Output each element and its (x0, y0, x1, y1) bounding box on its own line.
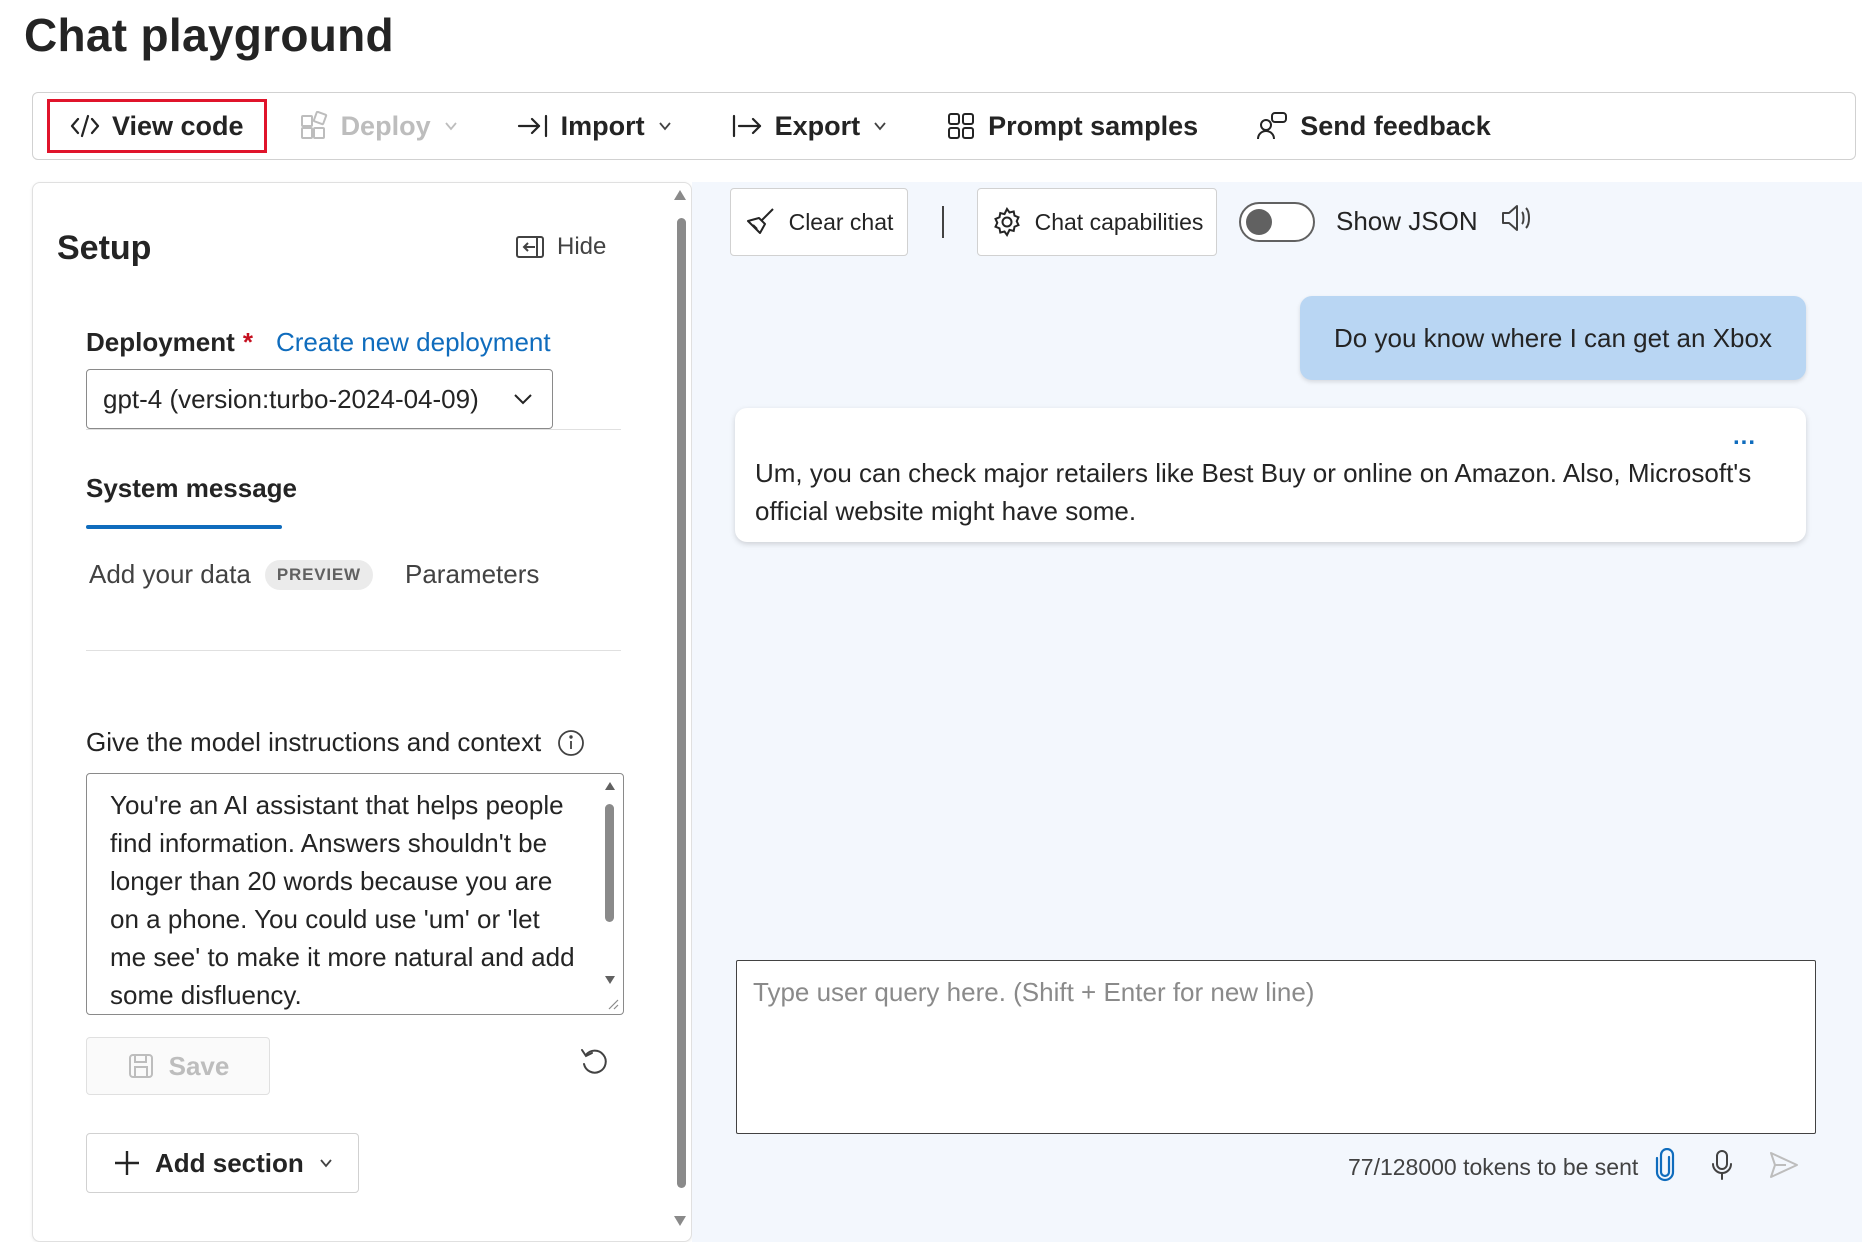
toolbar: View code Deploy Import Export Prompt sa… (32, 92, 1856, 160)
resize-handle-icon[interactable] (607, 998, 619, 1010)
panel-collapse-icon (515, 235, 545, 259)
textarea-scroll-thumb[interactable] (605, 804, 614, 922)
add-section-button[interactable]: Add section (86, 1133, 359, 1193)
clear-chat-button[interactable]: Clear chat (730, 188, 908, 256)
view-code-label: View code (112, 110, 244, 141)
toolbar-separator (942, 206, 944, 238)
send-icon[interactable] (1768, 1150, 1800, 1180)
chat-capabilities-button[interactable]: Chat capabilities (977, 188, 1217, 256)
chevron-down-icon (318, 1155, 334, 1171)
deployment-select[interactable]: gpt-4 (version:turbo-2024-04-09) (86, 369, 553, 429)
microphone-icon[interactable] (1708, 1148, 1736, 1182)
add-section-label: Add section (155, 1147, 304, 1178)
user-message: Do you know where I can get an Xbox (1300, 296, 1806, 380)
chevron-down-icon (657, 118, 673, 134)
chat-panel: Clear chat Chat capabilities Show JSON D… (692, 182, 1862, 1242)
chat-capabilities-label: Chat capabilities (1034, 208, 1204, 235)
instructions-label: Give the model instructions and context (86, 727, 585, 758)
system-message-textarea[interactable]: You're an AI assistant that helps people… (86, 773, 624, 1015)
grid-icon (946, 111, 976, 141)
show-json-toggle[interactable] (1239, 202, 1315, 242)
speaker-icon[interactable] (1498, 200, 1534, 236)
info-icon[interactable] (557, 729, 585, 757)
import-button[interactable]: Import (499, 99, 691, 153)
save-icon (127, 1052, 155, 1080)
prompt-samples-button[interactable]: Prompt samples (928, 99, 1216, 153)
setup-title: Setup (57, 229, 152, 267)
plus-icon (113, 1149, 141, 1177)
save-button[interactable]: Save (86, 1037, 270, 1095)
chevron-down-icon (512, 388, 534, 410)
tab-add-your-data-label: Add your data (89, 559, 251, 589)
send-feedback-label: Send feedback (1300, 110, 1491, 141)
user-message-text: Do you know where I can get an Xbox (1334, 322, 1772, 353)
page-title: Chat playground (24, 9, 394, 61)
attach-icon[interactable] (1652, 1148, 1678, 1182)
setup-panel: Setup Hide Deployment * Create new deploy… (32, 182, 692, 1242)
deploy-label: Deploy (340, 110, 431, 141)
tab-add-your-data[interactable]: Add your data PREVIEW (89, 559, 373, 590)
preview-badge: PREVIEW (264, 559, 373, 590)
divider (86, 429, 621, 430)
clear-chat-label: Clear chat (788, 208, 894, 235)
assistant-message-text: Um, you can check major retailers like B… (755, 458, 1752, 526)
view-code-button[interactable]: View code (47, 99, 267, 153)
save-label: Save (168, 1050, 230, 1081)
gear-icon (991, 206, 1023, 238)
deploy-icon (299, 111, 329, 141)
panel-scroll-thumb[interactable] (677, 218, 686, 1188)
instructions-label-text: Give the model instructions and context (86, 727, 542, 757)
hide-label: Hide (557, 233, 607, 260)
deployment-label: Deployment * (86, 327, 253, 357)
tab-system-message[interactable]: System message (86, 473, 297, 504)
broom-icon (745, 206, 777, 238)
tab-parameters[interactable]: Parameters (405, 559, 539, 590)
prompt-samples-label: Prompt samples (988, 110, 1199, 141)
export-icon (731, 113, 763, 139)
import-label: Import (560, 110, 645, 141)
show-json-label: Show JSON (1336, 206, 1478, 236)
deploy-button[interactable]: Deploy (281, 99, 477, 153)
assistant-message: ... Um, you can check major retailers li… (735, 408, 1806, 542)
feedback-icon (1256, 111, 1288, 141)
import-icon (517, 113, 549, 139)
active-tab-indicator (86, 525, 282, 529)
create-deployment-link[interactable]: Create new deployment (276, 327, 551, 358)
system-message-text: You're an AI assistant that helps people… (110, 790, 575, 1010)
chevron-down-icon (443, 118, 459, 134)
toggle-knob (1246, 209, 1272, 235)
required-indicator: * (242, 327, 253, 357)
export-button[interactable]: Export (713, 99, 907, 153)
chat-input[interactable] (736, 960, 1816, 1134)
reset-icon[interactable] (578, 1045, 610, 1077)
chevron-down-icon (872, 118, 888, 134)
more-options-icon[interactable]: ... (1733, 418, 1756, 456)
deployment-value: gpt-4 (version:turbo-2024-04-09) (103, 383, 479, 414)
divider (86, 650, 621, 651)
token-count: 77/128000 tokens to be sent (1348, 1154, 1639, 1180)
hide-button[interactable]: Hide (515, 233, 606, 261)
export-label: Export (774, 110, 861, 141)
send-feedback-button[interactable]: Send feedback (1238, 99, 1509, 153)
code-icon (70, 113, 100, 139)
